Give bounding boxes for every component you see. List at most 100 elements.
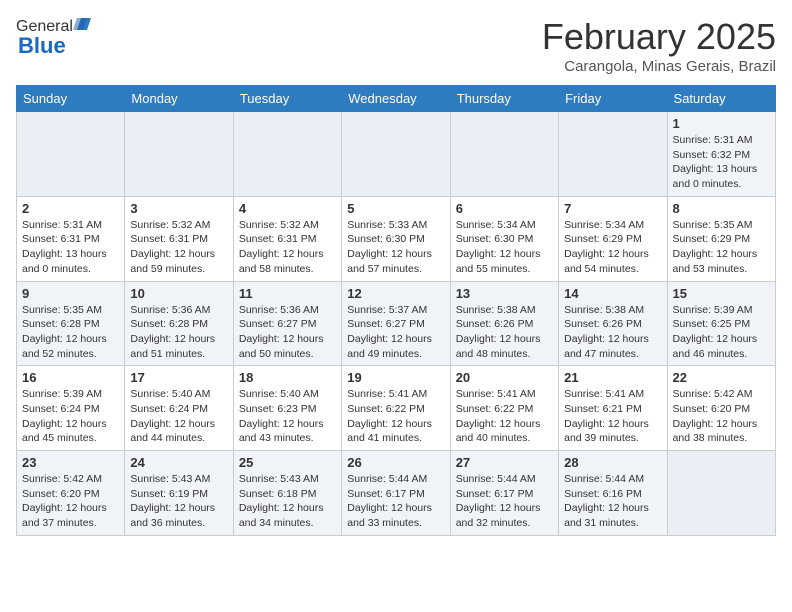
day-info: Sunrise: 5:38 AM Sunset: 6:26 PM Dayligh… xyxy=(456,303,553,362)
logo-icon xyxy=(73,16,91,32)
day-number: 1 xyxy=(673,116,770,131)
calendar-day-cell: 9 Sunrise: 5:35 AM Sunset: 6:28 PM Daylig… xyxy=(17,281,125,366)
day-info: Sunrise: 5:40 AM Sunset: 6:24 PM Dayligh… xyxy=(130,387,227,446)
day-info: Sunrise: 5:43 AM Sunset: 6:18 PM Dayligh… xyxy=(239,472,336,531)
day-number: 4 xyxy=(239,201,336,216)
calendar-day-cell xyxy=(450,112,558,197)
calendar-week-row: 2 Sunrise: 5:31 AM Sunset: 6:31 PM Daylig… xyxy=(17,196,776,281)
day-number: 15 xyxy=(673,286,770,301)
day-number: 16 xyxy=(22,370,119,385)
calendar-day-cell xyxy=(125,112,233,197)
calendar-day-cell: 13 Sunrise: 5:38 AM Sunset: 6:26 PM Dayli… xyxy=(450,281,558,366)
day-number: 2 xyxy=(22,201,119,216)
weekday-header-tuesday: Tuesday xyxy=(233,86,341,112)
day-info: Sunrise: 5:44 AM Sunset: 6:16 PM Dayligh… xyxy=(564,472,661,531)
calendar-day-cell xyxy=(667,451,775,536)
day-info: Sunrise: 5:44 AM Sunset: 6:17 PM Dayligh… xyxy=(456,472,553,531)
calendar-day-cell: 24Sunrise: 5:43 AM Sunset: 6:19 PM Dayli… xyxy=(125,451,233,536)
logo-blue-text: Blue xyxy=(18,33,66,59)
calendar-day-cell: 12Sunrise: 5:37 AM Sunset: 6:27 PM Dayli… xyxy=(342,281,450,366)
day-number: 17 xyxy=(130,370,227,385)
day-info: Sunrise: 5:43 AM Sunset: 6:19 PM Dayligh… xyxy=(130,472,227,531)
calendar-day-cell: 23Sunrise: 5:42 AM Sunset: 6:20 PM Dayli… xyxy=(17,451,125,536)
calendar-day-cell: 2 Sunrise: 5:31 AM Sunset: 6:31 PM Daylig… xyxy=(17,196,125,281)
day-number: 19 xyxy=(347,370,444,385)
calendar-week-row: 23Sunrise: 5:42 AM Sunset: 6:20 PM Dayli… xyxy=(17,451,776,536)
day-number: 28 xyxy=(564,455,661,470)
calendar-day-cell xyxy=(559,112,667,197)
calendar-day-cell: 19 Sunrise: 5:41 AM Sunset: 6:22 PM Dayli… xyxy=(342,366,450,451)
calendar-table: SundayMondayTuesdayWednesdayThursdayFrid… xyxy=(16,85,776,536)
page-header: General Blue February 2025 Carangola, Mi… xyxy=(16,16,776,75)
calendar-day-cell: 22 Sunrise: 5:42 AM Sunset: 6:20 PM Dayli… xyxy=(667,366,775,451)
day-number: 22 xyxy=(673,370,770,385)
day-info: Sunrise: 5:36 AM Sunset: 6:27 PM Dayligh… xyxy=(239,303,336,362)
calendar-day-cell xyxy=(17,112,125,197)
day-number: 14 xyxy=(564,286,661,301)
day-info: Sunrise: 5:35 AM Sunset: 6:29 PM Dayligh… xyxy=(673,218,770,277)
day-number: 3 xyxy=(130,201,227,216)
day-number: 26 xyxy=(347,455,444,470)
day-info: Sunrise: 5:39 AM Sunset: 6:25 PM Dayligh… xyxy=(673,303,770,362)
day-info: Sunrise: 5:41 AM Sunset: 6:21 PM Dayligh… xyxy=(564,387,661,446)
weekday-header-saturday: Saturday xyxy=(667,86,775,112)
day-number: 9 xyxy=(22,286,119,301)
day-info: Sunrise: 5:32 AM Sunset: 6:31 PM Dayligh… xyxy=(239,218,336,277)
weekday-header-friday: Friday xyxy=(559,86,667,112)
calendar-day-cell: 20Sunrise: 5:41 AM Sunset: 6:22 PM Dayli… xyxy=(450,366,558,451)
day-number: 8 xyxy=(673,201,770,216)
day-info: Sunrise: 5:42 AM Sunset: 6:20 PM Dayligh… xyxy=(22,472,119,531)
day-info: Sunrise: 5:41 AM Sunset: 6:22 PM Dayligh… xyxy=(347,387,444,446)
day-number: 12 xyxy=(347,286,444,301)
day-number: 20 xyxy=(456,370,553,385)
day-number: 7 xyxy=(564,201,661,216)
day-info: Sunrise: 5:35 AM Sunset: 6:28 PM Dayligh… xyxy=(22,303,119,362)
day-info: Sunrise: 5:32 AM Sunset: 6:31 PM Dayligh… xyxy=(130,218,227,277)
day-number: 13 xyxy=(456,286,553,301)
calendar-day-cell: 7 Sunrise: 5:34 AM Sunset: 6:29 PM Daylig… xyxy=(559,196,667,281)
calendar-day-cell: 10 Sunrise: 5:36 AM Sunset: 6:28 PM Dayli… xyxy=(125,281,233,366)
calendar-week-row: 9 Sunrise: 5:35 AM Sunset: 6:28 PM Daylig… xyxy=(17,281,776,366)
day-number: 6 xyxy=(456,201,553,216)
calendar-day-cell: 17 Sunrise: 5:40 AM Sunset: 6:24 PM Dayli… xyxy=(125,366,233,451)
calendar-day-cell: 5 Sunrise: 5:33 AM Sunset: 6:30 PM Daylig… xyxy=(342,196,450,281)
calendar-day-cell: 14 Sunrise: 5:38 AM Sunset: 6:26 PM Dayli… xyxy=(559,281,667,366)
calendar-title: February 2025 xyxy=(542,16,776,58)
calendar-day-cell: 11Sunrise: 5:36 AM Sunset: 6:27 PM Dayli… xyxy=(233,281,341,366)
calendar-day-cell: 18 Sunrise: 5:40 AM Sunset: 6:23 PM Dayli… xyxy=(233,366,341,451)
calendar-day-cell: 28 Sunrise: 5:44 AM Sunset: 6:16 PM Dayli… xyxy=(559,451,667,536)
calendar-day-cell: 3 Sunrise: 5:32 AM Sunset: 6:31 PM Daylig… xyxy=(125,196,233,281)
calendar-subtitle: Carangola, Minas Gerais, Brazil xyxy=(542,58,776,75)
calendar-day-cell: 1Sunrise: 5:31 AM Sunset: 6:32 PM Daylig… xyxy=(667,112,775,197)
weekday-header-monday: Monday xyxy=(125,86,233,112)
calendar-day-cell: 6 Sunrise: 5:34 AM Sunset: 6:30 PM Daylig… xyxy=(450,196,558,281)
weekday-header-sunday: Sunday xyxy=(17,86,125,112)
calendar-day-cell xyxy=(342,112,450,197)
calendar-day-cell xyxy=(233,112,341,197)
day-number: 5 xyxy=(347,201,444,216)
calendar-day-cell: 16 Sunrise: 5:39 AM Sunset: 6:24 PM Dayli… xyxy=(17,366,125,451)
day-number: 18 xyxy=(239,370,336,385)
calendar-week-row: 16 Sunrise: 5:39 AM Sunset: 6:24 PM Dayli… xyxy=(17,366,776,451)
day-info: Sunrise: 5:33 AM Sunset: 6:30 PM Dayligh… xyxy=(347,218,444,277)
calendar-day-cell: 8 Sunrise: 5:35 AM Sunset: 6:29 PM Daylig… xyxy=(667,196,775,281)
day-number: 21 xyxy=(564,370,661,385)
calendar-week-row: 1Sunrise: 5:31 AM Sunset: 6:32 PM Daylig… xyxy=(17,112,776,197)
weekday-header-row: SundayMondayTuesdayWednesdayThursdayFrid… xyxy=(17,86,776,112)
calendar-day-cell: 26Sunrise: 5:44 AM Sunset: 6:17 PM Dayli… xyxy=(342,451,450,536)
day-info: Sunrise: 5:36 AM Sunset: 6:28 PM Dayligh… xyxy=(130,303,227,362)
weekday-header-thursday: Thursday xyxy=(450,86,558,112)
logo: General Blue xyxy=(16,16,91,59)
day-number: 10 xyxy=(130,286,227,301)
calendar-day-cell: 27Sunrise: 5:44 AM Sunset: 6:17 PM Dayli… xyxy=(450,451,558,536)
day-info: Sunrise: 5:40 AM Sunset: 6:23 PM Dayligh… xyxy=(239,387,336,446)
calendar-day-cell: 15 Sunrise: 5:39 AM Sunset: 6:25 PM Dayli… xyxy=(667,281,775,366)
calendar-day-cell: 21 Sunrise: 5:41 AM Sunset: 6:21 PM Dayli… xyxy=(559,366,667,451)
title-area: February 2025 Carangola, Minas Gerais, B… xyxy=(542,16,776,75)
day-info: Sunrise: 5:34 AM Sunset: 6:29 PM Dayligh… xyxy=(564,218,661,277)
day-info: Sunrise: 5:31 AM Sunset: 6:31 PM Dayligh… xyxy=(22,218,119,277)
day-info: Sunrise: 5:42 AM Sunset: 6:20 PM Dayligh… xyxy=(673,387,770,446)
day-info: Sunrise: 5:34 AM Sunset: 6:30 PM Dayligh… xyxy=(456,218,553,277)
day-info: Sunrise: 5:39 AM Sunset: 6:24 PM Dayligh… xyxy=(22,387,119,446)
day-info: Sunrise: 5:38 AM Sunset: 6:26 PM Dayligh… xyxy=(564,303,661,362)
